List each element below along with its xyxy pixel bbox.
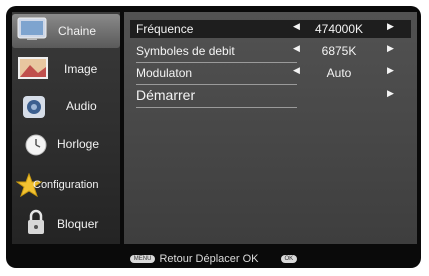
row-demarrer[interactable]: Démarrer ▶ (130, 86, 411, 108)
modulation-value: Auto (326, 66, 352, 80)
arrow-left-icon[interactable]: ◀ (293, 65, 300, 76)
sidebar-item-label: Bloquer (57, 217, 99, 231)
footer-hint-bar: MENU Retour Déplacer OK OK (6, 249, 421, 268)
sidebar-item-chaine[interactable]: Chaine (12, 14, 120, 48)
row-divider (136, 84, 297, 85)
arrow-right-icon[interactable]: ▶ (387, 43, 394, 54)
footer-hint-text: Retour Déplacer OK (159, 252, 259, 265)
settings-panel: Fréquence ◀ 474000K ▶ Symboles de debit … (124, 12, 417, 244)
speaker-icon (22, 95, 46, 119)
row-divider (136, 107, 297, 108)
sidebar-item-label: Chaine (58, 24, 97, 38)
sidebar-item-label: Audio (66, 99, 97, 113)
row-modulation[interactable]: Modulaton ◀ Auto ▶ (130, 64, 411, 85)
symboles-value: 6875K (321, 44, 357, 58)
clock-icon (25, 134, 47, 156)
frequence-value: 474000K (314, 22, 364, 36)
sidebar-item-label: Horloge (57, 137, 100, 151)
ok-key-icon: OK (280, 254, 298, 263)
frequence-label: Fréquence (136, 22, 194, 36)
sidebar: Chaine Image Audio Horloge Configuration… (12, 12, 120, 244)
sidebar-item-label: Image (64, 62, 98, 76)
lock-icon (26, 209, 46, 235)
modulation-label: Modulaton (136, 66, 193, 80)
symboles-label: Symboles de debit (136, 44, 235, 58)
demarrer-label: Démarrer (136, 87, 196, 103)
sidebar-item-bloquer[interactable]: Bloquer (12, 205, 120, 239)
sidebar-item-image[interactable]: Image (12, 51, 120, 85)
picture-icon (18, 57, 48, 79)
osd-screen: Chaine Image Audio Horloge Configuration… (6, 6, 421, 268)
sidebar-item-horloge[interactable]: Horloge (12, 128, 120, 162)
sidebar-item-audio[interactable]: Audio (12, 89, 120, 123)
arrow-right-icon[interactable]: ▶ (387, 88, 394, 99)
sidebar-item-configuration[interactable]: Configuration (12, 166, 120, 200)
sidebar-item-label: Configuration (33, 179, 99, 191)
arrow-right-icon[interactable]: ▶ (387, 21, 394, 32)
row-divider (136, 62, 297, 63)
row-frequence[interactable]: Fréquence ◀ 474000K ▶ (130, 20, 411, 38)
arrow-right-icon[interactable]: ▶ (387, 65, 394, 76)
arrow-left-icon[interactable]: ◀ (293, 21, 300, 32)
arrow-left-icon[interactable]: ◀ (293, 43, 300, 54)
menu-key-icon: MENU (129, 254, 156, 263)
tv-icon (17, 17, 47, 41)
row-symboles-de-debit[interactable]: Symboles de debit ◀ 6875K ▶ (130, 42, 411, 63)
